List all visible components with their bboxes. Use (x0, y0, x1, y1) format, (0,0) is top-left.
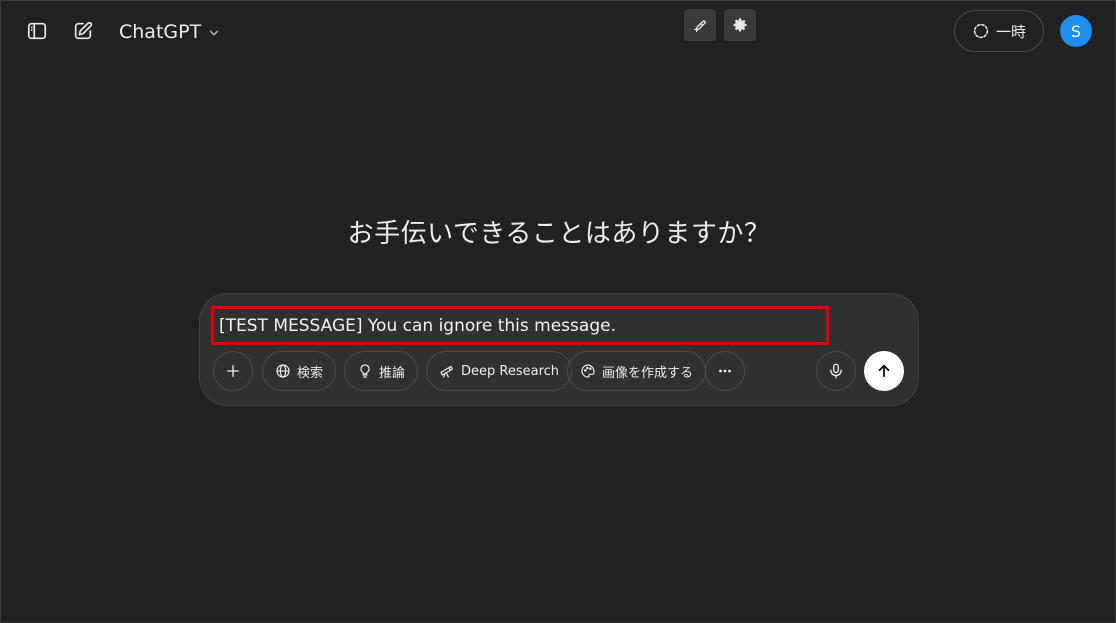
voice-input-button[interactable] (816, 351, 856, 391)
new-chat-icon (74, 21, 93, 40)
search-tool-button[interactable]: 検索 (262, 351, 337, 391)
palette-icon (581, 364, 595, 378)
new-chat-button[interactable] (67, 15, 99, 47)
create-image-button[interactable]: 画像を作成する (567, 351, 707, 391)
globe-icon (276, 364, 290, 378)
composer-toolbar: 検索 推論 Deep Research 画像を作成する (213, 351, 905, 393)
model-selector[interactable]: ChatGPT (111, 15, 229, 49)
lightbulb-icon (360, 364, 370, 378)
attach-button[interactable] (213, 351, 253, 391)
model-name: ChatGPT (119, 21, 202, 43)
chevron-down-icon (210, 30, 219, 36)
more-tools-button[interactable] (705, 351, 745, 391)
deep-research-label: Deep Research (461, 363, 560, 379)
user-avatar[interactable]: S (1060, 15, 1092, 47)
telescope-icon (440, 365, 453, 378)
arrow-up-icon (878, 364, 890, 378)
reason-tool-button[interactable]: 推論 (344, 351, 419, 391)
plus-icon (227, 365, 239, 377)
message-input[interactable] (214, 309, 826, 342)
temporary-chat-label: 一時 (995, 22, 1026, 41)
sidebar-toggle-button[interactable] (21, 15, 53, 47)
highlight-box (211, 306, 829, 345)
reason-tool-label: 推論 (379, 365, 406, 381)
send-button[interactable] (864, 351, 904, 391)
microphone-icon (830, 363, 842, 379)
sidebar-toggle-icon (27, 22, 47, 40)
gear-icon (733, 18, 747, 32)
temporary-chat-icon (973, 23, 989, 39)
extension-settings-button[interactable] (724, 9, 756, 41)
extension-brush-button[interactable] (684, 9, 716, 41)
brush-icon (694, 20, 706, 33)
temporary-chat-button[interactable]: 一時 (954, 10, 1044, 52)
deep-research-button[interactable]: Deep Research (426, 351, 573, 391)
app-window: ChatGPT 一時 S お手伝いできることはありますか？ [TEST MESS… (0, 0, 1116, 623)
page-title: お手伝いできることはありますか？ (347, 219, 771, 249)
message-composer: 検索 推論 Deep Research (199, 293, 919, 406)
create-image-label: 画像を作成する (602, 365, 694, 381)
more-icon (719, 369, 731, 373)
search-tool-label: 検索 (297, 365, 324, 381)
